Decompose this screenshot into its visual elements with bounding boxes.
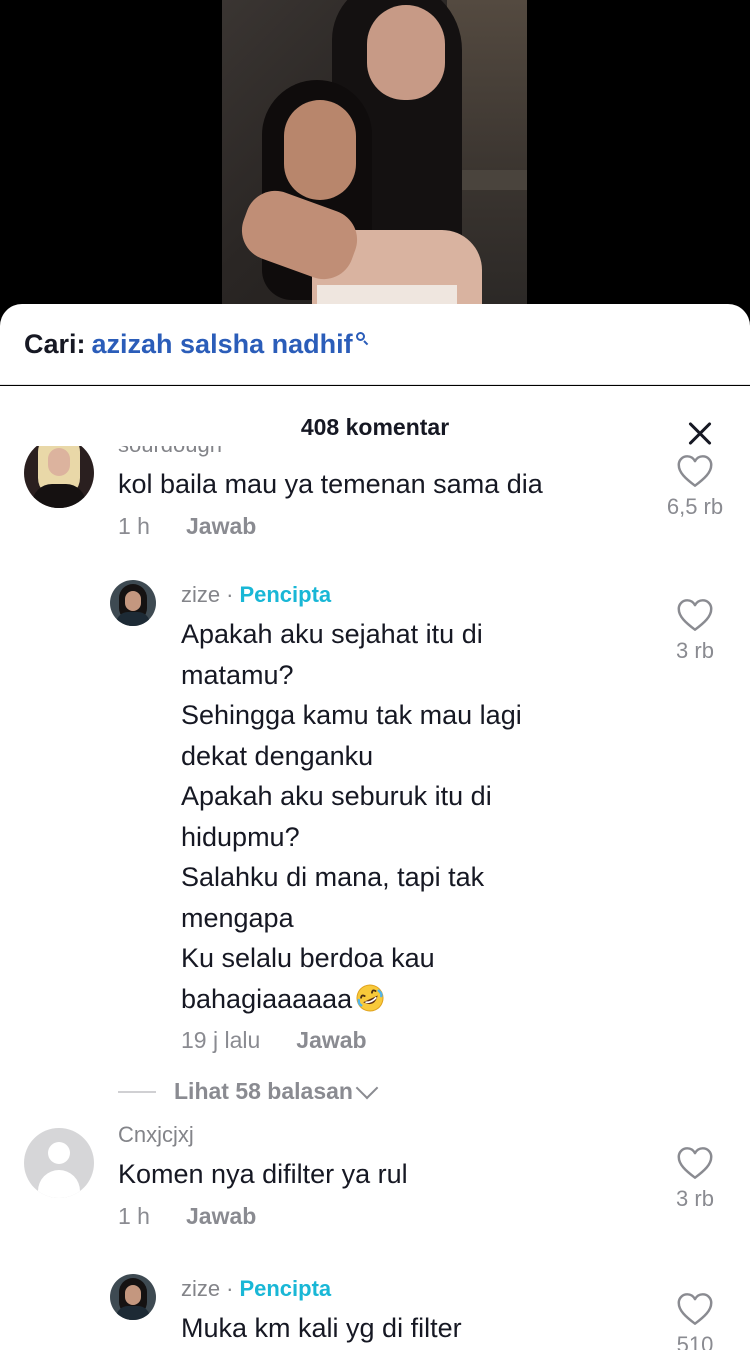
comment-username: zize · Pencipta: [181, 1276, 332, 1301]
avatar[interactable]: [24, 446, 94, 508]
search-suggestion[interactable]: Cari: azizah salsha nadhif: [24, 329, 369, 360]
comments-list[interactable]: sourdough kol baila mau ya temenan sama …: [0, 446, 750, 1350]
comment-text: kol baila mau ya temenan sama dia: [118, 469, 543, 499]
heart-icon[interactable]: [676, 1292, 714, 1326]
comment-username[interactable]: sourdough: [118, 446, 638, 458]
reply-button[interactable]: Jawab: [296, 1027, 366, 1053]
comments-count-title: 408 komentar: [300, 414, 450, 440]
comment-meta: 1 h Jawab: [118, 513, 638, 540]
rolling-on-floor-laughing-emoji: [356, 984, 384, 1011]
comment-text: Komen nya difilter ya rul: [118, 1159, 408, 1189]
comment-time: 1 h: [118, 512, 150, 539]
view-replies-button[interactable]: Lihat 58 balasan: [118, 1076, 379, 1105]
heart-icon[interactable]: [676, 598, 714, 632]
comment-meta: 1 h Jawab: [118, 1203, 638, 1230]
creator-badge: Pencipta: [239, 582, 332, 607]
like-button[interactable]: 3 rb: [650, 598, 740, 664]
view-replies-label: Lihat 58 balasan: [174, 1078, 353, 1104]
reply-button[interactable]: Jawab: [186, 1203, 256, 1229]
comment-username[interactable]: Cnxjcjxj: [118, 1122, 638, 1148]
avatar[interactable]: [110, 580, 156, 626]
comment-meta: 19 j lalu Jawab: [181, 1027, 641, 1054]
video-player[interactable]: [0, 0, 750, 320]
like-count: 3 rb: [676, 638, 714, 663]
video-frame: [222, 0, 527, 310]
reply-username[interactable]: zize: [181, 1276, 220, 1301]
like-button[interactable]: 3 rb: [650, 1146, 740, 1212]
reply-username[interactable]: zize: [181, 582, 220, 607]
like-count: 510: [676, 1332, 714, 1350]
comment-text: Apakah aku sejahat itu di matamu? Sehing…: [181, 619, 522, 1014]
search-suggestion-bar[interactable]: Cari: azizah salsha nadhif: [0, 304, 750, 385]
avatar[interactable]: [110, 1274, 156, 1320]
comment-time: 19 j lalu: [181, 1027, 261, 1053]
comment-time: 1 h: [118, 1202, 150, 1229]
like-button[interactable]: 6,5 rb: [650, 454, 740, 520]
like-count: 6,5 rb: [666, 494, 724, 519]
divider: [118, 1090, 156, 1093]
search-icon: [355, 331, 369, 346]
search-prefix: Cari:: [24, 329, 86, 359]
heart-icon[interactable]: [676, 454, 714, 488]
reply-button[interactable]: Jawab: [186, 513, 256, 539]
search-query-link[interactable]: azizah salsha nadhif: [92, 329, 353, 359]
heart-icon[interactable]: [676, 1146, 714, 1180]
like-count: 3 rb: [676, 1186, 714, 1211]
avatar[interactable]: [24, 1128, 94, 1198]
chevron-down-icon: [355, 1076, 379, 1099]
comment-username: zize · Pencipta: [181, 582, 332, 607]
comments-panel: 408 komentar sourdough kol baila mau ya …: [0, 386, 750, 1350]
creator-badge: Pencipta: [239, 1276, 332, 1301]
like-button[interactable]: 510: [650, 1292, 740, 1350]
comment-text: Muka km kali yg di filter: [181, 1313, 462, 1343]
